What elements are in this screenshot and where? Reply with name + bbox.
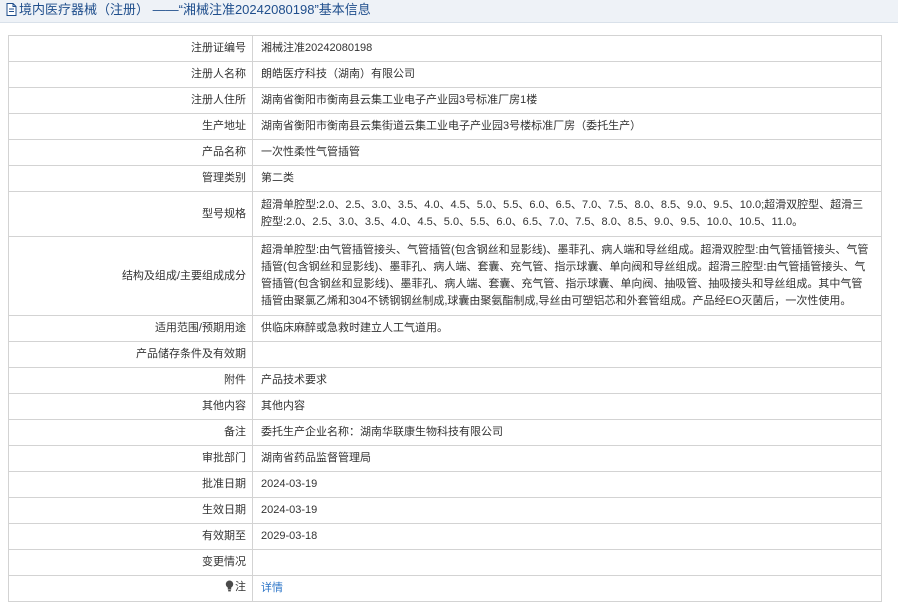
table-row: 适用范围/预期用途 供临床麻醉或急救时建立人工气道用。 [8,315,882,342]
field-value: 湘械注准20242080198 [252,35,882,62]
field-label: 型号规格 [8,191,253,237]
field-value [252,549,882,576]
field-label: 有效期至 [8,523,253,550]
field-value: 超滑单腔型:由气管插管接头、气管插管(包含钢丝和显影线)、墨菲孔、病人端和导丝组… [252,236,882,316]
field-value: 详情 [252,575,882,602]
table-row: 结构及组成/主要组成成分 超滑单腔型:由气管插管接头、气管插管(包含钢丝和显影线… [8,236,882,316]
table-row: 注册人名称 朗皓医疗科技（湖南）有限公司 [8,61,882,88]
field-value: 2024-03-19 [252,471,882,498]
field-value: 第二类 [252,165,882,192]
table-row: 注册人住所 湖南省衡阳市衡南县云集工业电子产业园3号标准厂房1楼 [8,87,882,114]
table-row: 注 详情 [8,575,882,602]
page-header: 境内医疗器械（注册） ——“湘械注准20242080198”基本信息 [0,0,898,23]
field-value: 湖南省衡阳市衡南县云集工业电子产业园3号标准厂房1楼 [252,87,882,114]
field-label: 适用范围/预期用途 [8,315,253,342]
field-value: 湖南省衡阳市衡南县云集街道云集工业电子产业园3号楼标准厂房（委托生产） [252,113,882,140]
field-label: 批准日期 [8,471,253,498]
field-label: 审批部门 [8,445,253,472]
table-row: 批准日期 2024-03-19 [8,471,882,498]
field-label: 备注 [8,419,253,446]
details-link[interactable]: 详情 [261,582,283,594]
table-row: 生产地址 湖南省衡阳市衡南县云集街道云集工业电子产业园3号楼标准厂房（委托生产） [8,113,882,140]
table-row: 审批部门 湖南省药品监督管理局 [8,445,882,472]
field-label: 其他内容 [8,393,253,420]
note-label-text: 注 [235,581,246,593]
field-label: 变更情况 [8,549,253,576]
field-value: 一次性柔性气管插管 [252,139,882,166]
table-row: 其他内容 其他内容 [8,393,882,420]
field-label: 产品储存条件及有效期 [8,341,253,368]
info-table: 注册证编号 湘械注准20242080198 注册人名称 朗皓医疗科技（湖南）有限… [8,35,882,602]
field-label: 注册证编号 [8,35,253,62]
table-row: 产品名称 一次性柔性气管插管 [8,139,882,166]
field-value: 2024-03-19 [252,497,882,524]
field-value: 供临床麻醉或急救时建立人工气道用。 [252,315,882,342]
table-row: 变更情况 [8,549,882,576]
field-label: 生产地址 [8,113,253,140]
table-row: 有效期至 2029-03-18 [8,523,882,550]
field-value: 2029-03-18 [252,523,882,550]
field-label: 附件 [8,367,253,394]
field-label: 注册人住所 [8,87,253,114]
table-row: 生效日期 2024-03-19 [8,497,882,524]
field-label: 结构及组成/主要组成成分 [8,236,253,316]
table-row: 备注 委托生产企业名称：湖南华联康生物科技有限公司 [8,419,882,446]
lightbulb-icon [225,580,234,598]
field-value: 产品技术要求 [252,367,882,394]
field-label: 生效日期 [8,497,253,524]
page-title: 境内医疗器械（注册） ——“湘械注准20242080198”基本信息 [19,2,371,17]
table-row: 产品储存条件及有效期 [8,341,882,368]
field-label: 注册人名称 [8,61,253,88]
field-value: 朗皓医疗科技（湖南）有限公司 [252,61,882,88]
field-value: 湖南省药品监督管理局 [252,445,882,472]
field-value: 超滑单腔型:2.0、2.5、3.0、3.5、4.0、4.5、5.0、5.5、6.… [252,191,882,237]
table-row: 注册证编号 湘械注准20242080198 [8,35,882,62]
table-row: 型号规格 超滑单腔型:2.0、2.5、3.0、3.5、4.0、4.5、5.0、5… [8,191,882,237]
note-label: 注 [8,575,253,602]
field-value: 其他内容 [252,393,882,420]
info-panel: 注册证编号 湘械注准20242080198 注册人名称 朗皓医疗科技（湖南）有限… [0,23,898,602]
field-label: 产品名称 [8,139,253,166]
field-value: 委托生产企业名称：湖南华联康生物科技有限公司 [252,419,882,446]
field-value [252,341,882,368]
table-row: 附件 产品技术要求 [8,367,882,394]
table-row: 管理类别 第二类 [8,165,882,192]
field-label: 管理类别 [8,165,253,192]
document-icon [6,2,17,22]
